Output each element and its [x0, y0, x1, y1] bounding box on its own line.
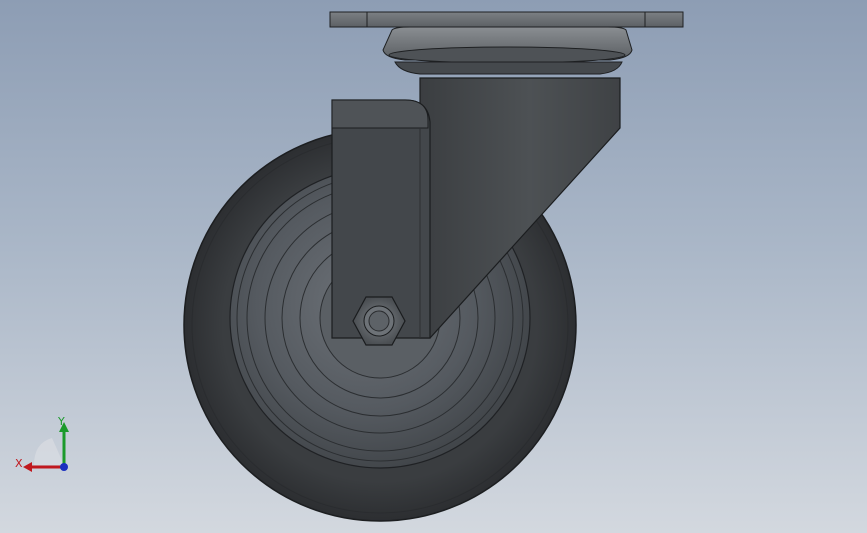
- swivel-bearing[interactable]: [382, 26, 633, 75]
- z-axis-icon: [60, 463, 68, 471]
- x-axis-label: X: [15, 457, 23, 470]
- caster-model[interactable]: [0, 0, 867, 533]
- y-axis-label: Y: [57, 415, 65, 428]
- 3d-graphics-viewport[interactable]: Y X: [0, 0, 867, 533]
- top-plate[interactable]: [329, 11, 684, 28]
- axis-triad: Y X: [15, 415, 69, 472]
- triad-plane-icon: [34, 438, 64, 465]
